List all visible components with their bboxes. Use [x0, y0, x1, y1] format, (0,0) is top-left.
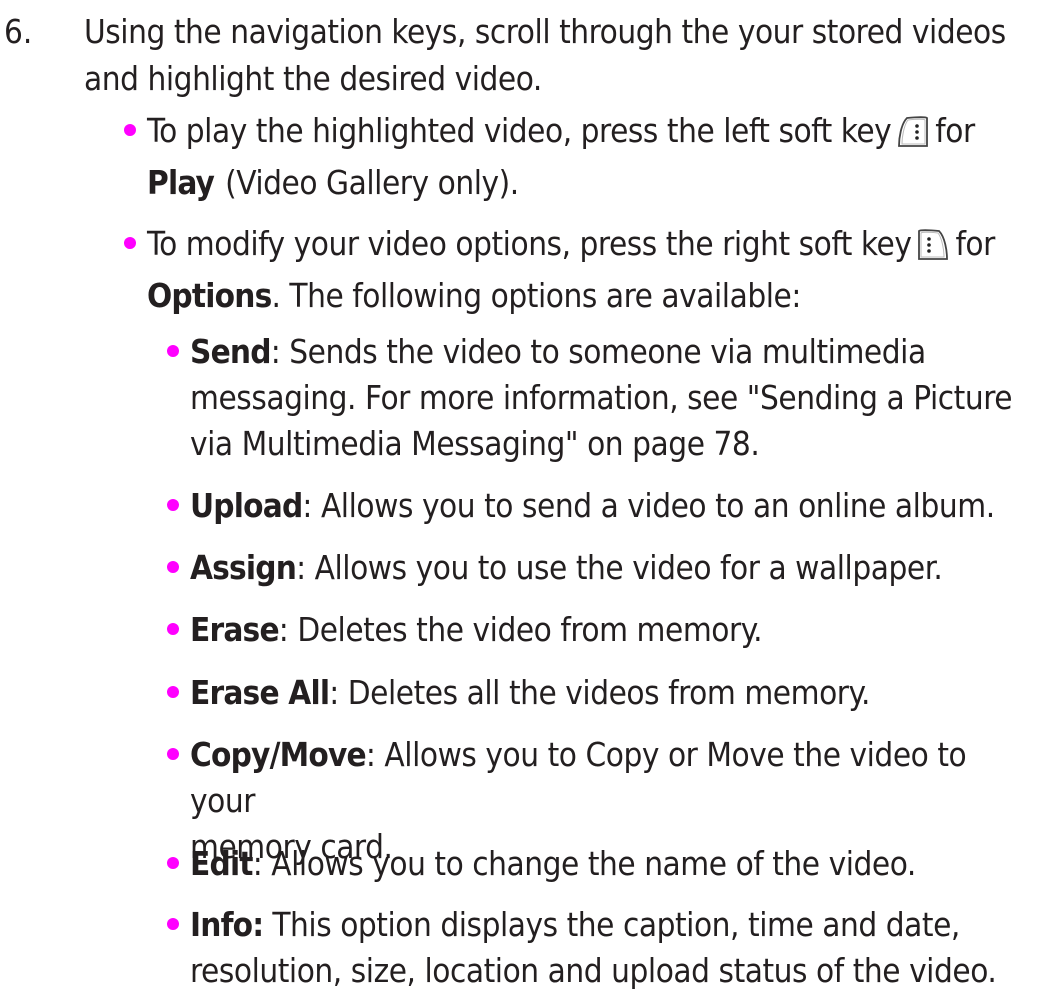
option-assign: Assign: Allows you to use the video for … — [190, 545, 1040, 591]
option-assign-line-1: Assign: Allows you to use the video for … — [190, 545, 1040, 591]
option-info-line-1: Info: This option displays the caption, … — [190, 902, 1040, 948]
bullet-play-text: To play the highlighted video, press the… — [147, 111, 892, 150]
options-label: Options — [147, 276, 272, 315]
option-upload: Upload: Allows you to send a video to an… — [190, 483, 1040, 529]
option-erase-all-line-1: Erase All: Deletes all the videos from m… — [190, 670, 1040, 716]
option-upload-desc: : Allows you to send a video to an onlin… — [302, 486, 995, 525]
bullet-play-line-1: To play the highlighted video, press the… — [147, 108, 1027, 160]
option-send-desc-1: : Sends the video to someone via multime… — [270, 332, 926, 371]
sub-bullet-dot — [167, 345, 179, 357]
sub-bullet-dot — [167, 499, 179, 511]
bullet-play-text-for: for — [935, 111, 975, 150]
step-text: Using the navigation keys, scroll throug… — [84, 8, 1034, 102]
bullet-options-line-1: To modify your video options, press the … — [147, 221, 1027, 273]
left-softkey-icon — [896, 114, 930, 160]
bullet-options: To modify your video options, press the … — [147, 221, 1027, 319]
option-assign-label: Assign — [190, 548, 297, 587]
option-upload-label: Upload — [190, 486, 303, 525]
option-send: Send: Sends the video to someone via mul… — [190, 329, 1040, 467]
step-text-line-1: Using the navigation keys, scroll throug… — [84, 12, 1006, 51]
option-erase-all-label: Erase All — [190, 673, 330, 712]
option-erase-all: Erase All: Deletes all the videos from m… — [190, 670, 1040, 716]
option-edit-label: Edit — [190, 844, 254, 883]
sub-bullet-dot — [167, 686, 179, 698]
step-number: 6. — [4, 12, 33, 51]
bullet-options-line-2: Options. The following options are avail… — [147, 273, 1027, 319]
sub-bullet-dot — [167, 623, 179, 635]
sub-bullet-dot — [167, 857, 179, 869]
option-erase-label: Erase — [190, 610, 280, 649]
play-rest: (Video Gallery only). — [225, 163, 519, 202]
option-copy-move-label: Copy/Move — [190, 735, 367, 774]
option-edit-desc: : Allows you to change the name of the v… — [252, 844, 917, 883]
option-erase: Erase: Deletes the video from memory. — [190, 607, 1040, 653]
option-info-line-2: resolution, size, location and upload st… — [190, 951, 997, 990]
sub-bullet-dot — [167, 748, 179, 760]
bullet-dot — [124, 124, 136, 136]
option-send-line-3: via Multimedia Messaging" on page 78. — [190, 424, 760, 463]
option-erase-all-desc: : Deletes all the videos from memory. — [329, 673, 870, 712]
bullet-options-text-for: for — [955, 224, 995, 263]
option-info-label: Info: — [190, 905, 264, 944]
manual-page: 6. Using the navigation keys, scroll thr… — [0, 0, 1046, 1002]
play-label: Play — [147, 163, 215, 202]
option-send-line-2: messaging. For more information, see "Se… — [190, 378, 1013, 417]
option-upload-line-1: Upload: Allows you to send a video to an… — [190, 483, 1040, 529]
bullet-play: To play the highlighted video, press the… — [147, 108, 1027, 206]
option-assign-desc: : Allows you to use the video for a wall… — [296, 548, 943, 587]
bullet-options-text: To modify your video options, press the … — [147, 224, 912, 263]
sub-bullet-dot — [167, 918, 179, 930]
option-info-desc-1: This option displays the caption, time a… — [263, 905, 960, 944]
bullet-dot — [124, 237, 136, 249]
option-copy-move-line-1: Copy/Move: Allows you to Copy or Move th… — [190, 732, 1040, 824]
option-edit: Edit: Allows you to change the name of t… — [190, 841, 1040, 887]
sub-bullet-dot — [167, 561, 179, 573]
option-erase-desc: : Deletes the video from memory. — [278, 610, 763, 649]
options-rest: . The following options are available: — [271, 276, 801, 315]
option-send-label: Send — [190, 332, 272, 371]
option-erase-line-1: Erase: Deletes the video from memory. — [190, 607, 1040, 653]
option-send-line-1: Send: Sends the video to someone via mul… — [190, 329, 1040, 375]
bullet-play-line-2: Play (Video Gallery only). — [147, 160, 1027, 206]
right-softkey-icon — [916, 227, 950, 273]
step-text-line-2: and highlight the desired video. — [84, 59, 542, 98]
option-info: Info: This option displays the caption, … — [190, 902, 1040, 994]
option-edit-line-1: Edit: Allows you to change the name of t… — [190, 841, 1040, 887]
